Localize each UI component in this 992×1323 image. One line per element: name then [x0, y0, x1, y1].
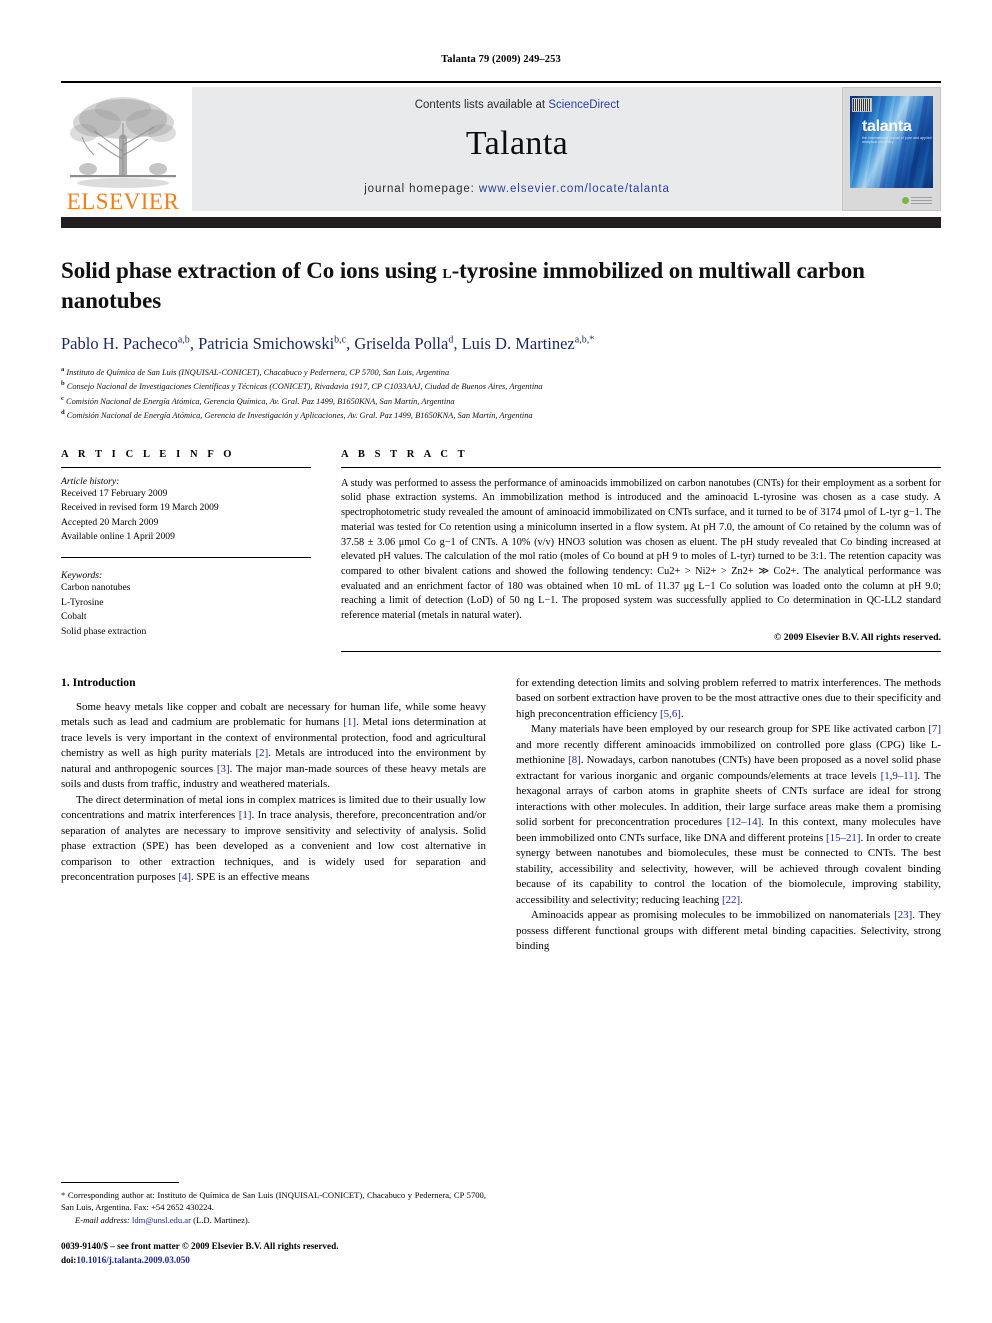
author-name: Griselda Polla [354, 334, 449, 354]
affiliation-marker: c [61, 394, 64, 402]
keyword-item: Solid phase extraction [61, 625, 147, 637]
article-history-item: Received 17 February 2009 [61, 487, 168, 499]
keywords-block: Keywords: Carbon nanotubes L-Tyrosine Co… [61, 570, 311, 639]
footnote-rule [61, 1182, 179, 1183]
body-paragraph: The direct determination of metal ions i… [61, 793, 487, 884]
affiliation: a Instituto de Química de San Luis (INQU… [61, 365, 941, 379]
abstract-column: A B S T R A C T A study was performed to… [341, 449, 941, 652]
article-history-item: Accepted 20 March 2009 [61, 516, 159, 528]
sciencedirect-link[interactable]: ScienceDirect [548, 99, 619, 111]
author-affil-marker: a,b [177, 334, 190, 346]
affiliation-marker: a [61, 366, 65, 374]
body-columns: 1. Introduction Some heavy metals like c… [61, 676, 941, 955]
author-name: Patricia Smichowski [198, 334, 335, 354]
affiliation: b Consejo Nacional de Investigaciones Ci… [61, 379, 941, 393]
author-affil-marker: a,b,* [574, 334, 595, 346]
article-info-label: A R T I C L E I N F O [61, 448, 236, 460]
keyword-item: L-Tyrosine [61, 596, 104, 608]
footnote-area: * Corresponding author at: Instituto de … [61, 1182, 486, 1268]
affiliation-text: Instituto de Química de San Luis (INQUIS… [66, 367, 450, 377]
affiliation-text: Comisión Nacional de Energía Atómica, Ge… [66, 396, 455, 406]
email-note: E-mail address: ldm@unsl.edu.ar (L.D. Ma… [61, 1214, 486, 1226]
corresponding-author-note: * Corresponding author at: Instituto de … [61, 1190, 486, 1213]
body-right-column: for extending detection limits and solvi… [516, 676, 941, 955]
email-link[interactable]: ldm@unsl.edu.ar [132, 1215, 191, 1225]
journal-homepage-link[interactable]: www.elsevier.com/locate/talanta [479, 183, 670, 195]
abstract-bottom-rule [341, 650, 941, 652]
author[interactable]: Patricia Smichowskib,c [198, 334, 346, 353]
cover-barcode-icon [852, 98, 872, 112]
leaf-icon [902, 196, 909, 204]
running-head: Talanta 79 (2009) 249–253 [441, 54, 561, 65]
cover-footer-mark [902, 194, 932, 206]
affiliation: d Comisión Nacional de Energía Atómica, … [61, 408, 941, 422]
abstract-label: A B S T R A C T [341, 448, 469, 460]
article-history-title: Article history: [61, 475, 120, 487]
article-info-rule [61, 466, 311, 468]
body-paragraph: Some heavy metals like copper and cobalt… [61, 700, 487, 791]
contents-prefix: Contents lists available at [414, 99, 549, 111]
abstract-text: A study was performed to assess the perf… [341, 477, 941, 622]
body-paragraph: Many materials have been employed by our… [516, 723, 942, 906]
article-history-item: Available online 1 April 2009 [61, 531, 175, 543]
sciencedirect-banner: Contents lists available at ScienceDirec… [192, 87, 842, 211]
affiliation-marker: b [61, 380, 65, 388]
homepage-prefix: journal homepage: [364, 183, 479, 195]
cover-footer-lines [911, 196, 932, 204]
doi-link[interactable]: 10.1016/j.talanta.2009.03.050 [76, 1255, 190, 1265]
journal-masthead: ELSEVIER Contents lists available at Sci… [61, 81, 941, 213]
cover-subtitle: the international journal of pure and ap… [862, 136, 932, 144]
author-name: Pablo H. Pacheco [61, 334, 178, 354]
affiliation: c Comisión Nacional de Energía Atómica, … [61, 394, 941, 408]
doi-line: doi:10.1016/j.talanta.2009.03.050 [61, 1254, 486, 1268]
body-left-column: 1. Introduction Some heavy metals like c… [61, 676, 486, 955]
page-title: Solid phase extraction of Co ions using … [61, 256, 941, 315]
elsevier-logo: ELSEVIER [61, 87, 185, 213]
author[interactable]: Luis D. Martineza,b,* [462, 334, 595, 353]
masthead-top-rule [61, 81, 941, 83]
article-history-item: Received in revised form 19 March 2009 [61, 502, 219, 514]
keywords-title: Keywords: [61, 569, 103, 581]
author-affil-marker: d [448, 334, 454, 346]
doi-label: doi: [61, 1255, 77, 1266]
email-suffix: (L.D. Martinez). [190, 1214, 250, 1225]
affiliation-text: Consejo Nacional de Investigaciones Cien… [66, 382, 543, 392]
abstract-rule [341, 466, 941, 468]
author[interactable]: Griselda Pollad [354, 334, 453, 353]
title-smallcap: l [442, 261, 452, 283]
author[interactable]: Pablo H. Pachecoa,b [61, 334, 190, 353]
keyword-item: Cobalt [61, 611, 87, 623]
elsevier-wordmark: ELSEVIER [66, 189, 180, 214]
cover-title: talanta [862, 118, 912, 135]
info-abstract-region: A R T I C L E I N F O Article history: R… [61, 449, 941, 652]
keyword-item: Carbon nanotubes [61, 581, 131, 593]
author-name: Luis D. Martinez [461, 334, 575, 354]
paper-page: Talanta 79 (2009) 249–253 ELSEVIER Conte… [61, 0, 941, 1323]
section-heading-introduction: 1. Introduction [61, 675, 136, 689]
abstract-copyright: © 2009 Elsevier B.V. All rights reserved… [773, 631, 941, 643]
contents-list-line: Contents lists available at ScienceDirec… [192, 87, 842, 111]
journal-cover-thumbnail[interactable]: talanta the international journal of pur… [842, 87, 941, 211]
imprint-block: 0039-9140/$ – see front matter © 2009 El… [61, 1240, 486, 1268]
author-affil-marker: b,c [334, 334, 347, 346]
elsevier-tree-icon [70, 97, 176, 188]
email-label: E-mail address: [75, 1214, 130, 1225]
affiliation-marker: d [61, 409, 65, 417]
article-info-column: A R T I C L E I N F O Article history: R… [61, 449, 311, 652]
affiliation-list: a Instituto de Química de San Luis (INQU… [61, 365, 941, 423]
body-paragraph: for extending detection limits and solvi… [516, 676, 941, 720]
masthead-dark-band [61, 217, 941, 228]
affiliation-text: Comisión Nacional de Energía Atómica, Ge… [66, 411, 533, 421]
author-list: Pablo H. Pachecoa,b, Patricia Smichowski… [61, 334, 595, 354]
journal-homepage-line: journal homepage: www.elsevier.com/locat… [192, 183, 842, 195]
title-part-1: Solid phase extraction of Co ions using [61, 258, 443, 283]
keywords-rule [61, 556, 311, 558]
journal-title: Talanta [465, 125, 569, 162]
imprint-line: 0039-9140/$ – see front matter © 2009 El… [61, 1241, 339, 1252]
body-paragraph: Aminoacids appear as promising molecules… [516, 909, 941, 953]
